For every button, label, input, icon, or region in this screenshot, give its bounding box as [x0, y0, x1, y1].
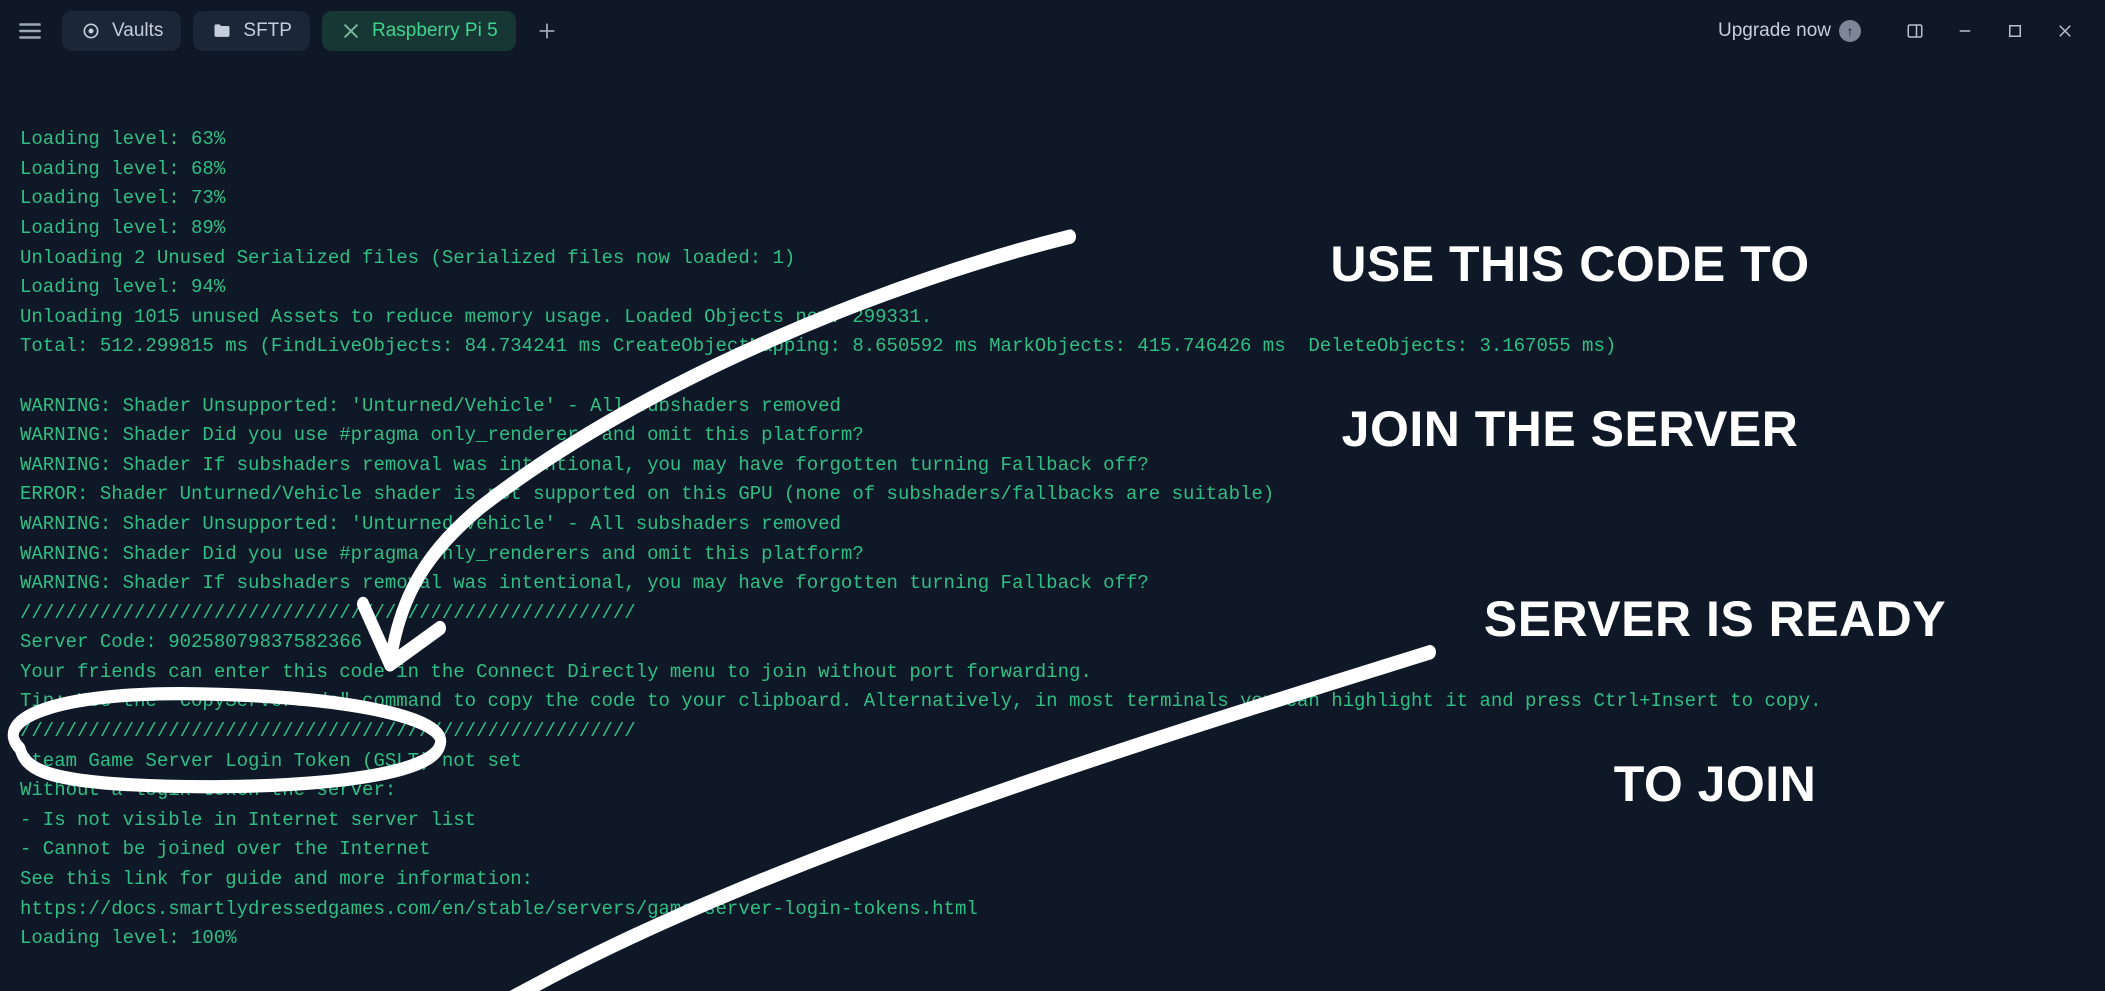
terminal-line: ////////////////////////////////////////…	[20, 599, 2085, 629]
terminal-line: Total: 512.299815 ms (FindLiveObjects: 8…	[20, 332, 2085, 362]
terminal-line: WARNING: Shader Unsupported: 'Unturned/V…	[20, 392, 2085, 422]
window-close-button[interactable]	[2043, 13, 2087, 49]
folder-icon	[211, 20, 233, 42]
plus-icon	[537, 21, 557, 41]
terminal-line: Loading level: 73%	[20, 184, 2085, 214]
terminal-line: Your friends can enter this code in the …	[20, 658, 2085, 688]
window-close-icon	[2056, 22, 2074, 40]
terminal-line: Loading level: 94%	[20, 273, 2085, 303]
terminal-line: WARNING: Shader Did you use #pragma only…	[20, 540, 2085, 570]
tab-raspberry-pi-5[interactable]: Raspberry Pi 5	[322, 11, 516, 51]
tab-label: Vaults	[112, 20, 163, 42]
terminal-line: Without a login token the server:	[20, 776, 2085, 806]
terminal-line: WARNING: Shader Did you use #pragma only…	[20, 421, 2085, 451]
close-icon[interactable]	[340, 20, 362, 42]
terminal-line: Unloading 1015 unused Assets to reduce m…	[20, 303, 2085, 333]
window-minimize-button[interactable]	[1943, 13, 1987, 49]
window-maximize-button[interactable]	[1993, 13, 2037, 49]
terminal-line: Loading level: 68%	[20, 155, 2085, 185]
tab-sftp[interactable]: SFTP	[193, 11, 310, 51]
menu-button[interactable]	[10, 11, 50, 51]
maximize-icon	[2006, 22, 2024, 40]
tab-label: SFTP	[243, 20, 292, 42]
terminal-line	[20, 362, 2085, 392]
terminal-line: Loading level: 100%	[20, 924, 2085, 954]
terminal-line: Unloading 2 Unused Serialized files (Ser…	[20, 244, 2085, 274]
terminal-line: WARNING: Shader If subshaders removal wa…	[20, 569, 2085, 599]
terminal-line: - Cannot be joined over the Internet	[20, 835, 2085, 865]
terminal-line: Server Code: 90258079837582366	[20, 628, 2085, 658]
upgrade-now-button[interactable]: Upgrade now ↑	[1718, 20, 1861, 42]
panel-toggle-button[interactable]	[1893, 13, 1937, 49]
terminal-line: Tip: Use the "CopyServerCode" command to…	[20, 687, 2085, 717]
vault-icon	[80, 20, 102, 42]
new-tab-button[interactable]	[528, 12, 566, 50]
tab-vaults[interactable]: Vaults	[62, 11, 181, 51]
hamburger-icon	[17, 18, 43, 44]
terminal-line: WARNING: Shader If subshaders removal wa…	[20, 451, 2085, 481]
titlebar: Vaults SFTP Raspberry Pi 5 Upgrade now ↑	[0, 0, 2105, 62]
panel-icon	[1906, 22, 1924, 40]
upgrade-arrow-icon: ↑	[1839, 20, 1861, 42]
terminal-line: Loading level: 63%	[20, 125, 2085, 155]
terminal-line: - Is not visible in Internet server list	[20, 806, 2085, 836]
minimize-icon	[1956, 22, 1974, 40]
upgrade-label: Upgrade now	[1718, 20, 1831, 42]
terminal-line: Steam Game Server Login Token (GSLT) not…	[20, 747, 2085, 777]
terminal-line: See this link for guide and more informa…	[20, 865, 2085, 895]
terminal-output[interactable]: Loading level: 63%Loading level: 68%Load…	[0, 62, 2105, 991]
window-controls	[1893, 13, 2087, 49]
terminal-line: ////////////////////////////////////////…	[20, 717, 2085, 747]
tab-label: Raspberry Pi 5	[372, 20, 498, 42]
terminal-line: WARNING: Shader Unsupported: 'Unturned/V…	[20, 510, 2085, 540]
terminal-line: https://docs.smartlydressedgames.com/en/…	[20, 895, 2085, 925]
terminal-line: Loading level: 89%	[20, 214, 2085, 244]
terminal-line: ERROR: Shader Unturned/Vehicle shader is…	[20, 480, 2085, 510]
